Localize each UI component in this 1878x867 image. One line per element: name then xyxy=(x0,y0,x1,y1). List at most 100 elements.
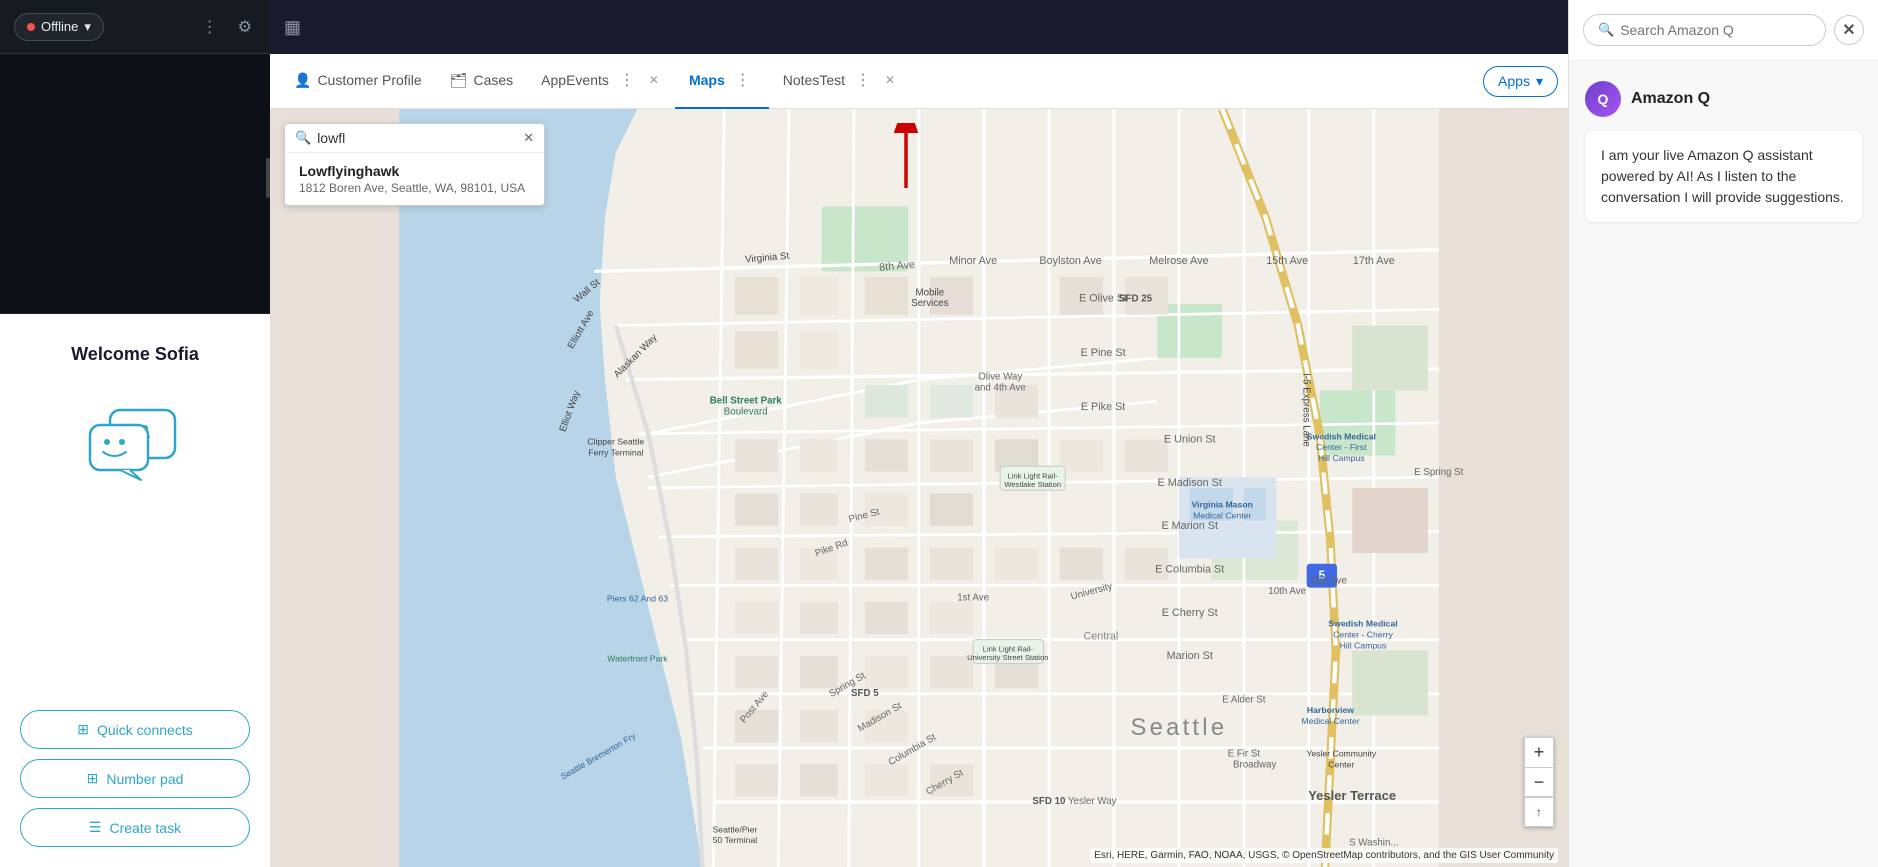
offline-status-button[interactable]: Offline ▾ xyxy=(14,13,104,41)
amazon-q-search-bar: 🔍 ✕ xyxy=(1569,0,1878,61)
map-svg: 5 xyxy=(270,109,1568,867)
apps-label: Apps xyxy=(1498,73,1530,89)
maps-label: Maps xyxy=(689,72,725,88)
main-area: ▦ 👤 Customer Profile 🗂 Cases AppEvents ⋮… xyxy=(270,0,1568,867)
quick-connects-icon: ⊞ xyxy=(77,721,89,738)
sidebar-action-buttons: ⊞ Quick connects ⊞ Number pad ☰ Create t… xyxy=(20,710,250,847)
svg-text:Piers 62 And 63: Piers 62 And 63 xyxy=(607,594,668,604)
map-attribution: Esri, HERE, Garmin, FAO, NOAA, USGS, © O… xyxy=(1090,848,1558,863)
number-pad-button[interactable]: ⊞ Number pad xyxy=(20,759,250,798)
svg-text:Melrose Ave: Melrose Ave xyxy=(1149,255,1208,267)
svg-text:E Cherry St: E Cherry St xyxy=(1162,607,1218,619)
quick-connects-button[interactable]: ⊞ Quick connects xyxy=(20,710,250,749)
map-search-result[interactable]: Lowflyinghawk 1812 Boren Ave, Seattle, W… xyxy=(285,152,544,205)
svg-text:S Washin...: S Washin... xyxy=(1349,837,1398,848)
notestest-label: NotesTest xyxy=(783,72,845,88)
svg-text:Yesler Way: Yesler Way xyxy=(1068,796,1117,807)
svg-text:Broadway: Broadway xyxy=(1233,759,1276,770)
svg-text:10th Ave: 10th Ave xyxy=(1268,586,1306,597)
notestest-more-button[interactable]: ⋮ xyxy=(851,66,875,94)
svg-text:Bell Street Park: Bell Street Park xyxy=(710,396,783,407)
svg-text:Olive Way: Olive Way xyxy=(978,372,1022,383)
result-name: Lowflyinghawk xyxy=(299,163,530,179)
create-task-label: Create task xyxy=(109,820,181,836)
svg-text:Mobile: Mobile xyxy=(915,287,944,298)
map-search-box[interactable]: 🔍 ✕ Lowflyinghawk 1812 Boren Ave, Seattl… xyxy=(284,123,545,206)
map-container[interactable]: 5 xyxy=(270,109,1568,867)
appevents-close-button[interactable]: ✕ xyxy=(647,71,661,89)
svg-text:Waterfront Park: Waterfront Park xyxy=(607,653,668,663)
status-indicator xyxy=(27,23,35,31)
create-task-icon: ☰ xyxy=(89,819,102,836)
more-options-button[interactable]: ⋮ xyxy=(198,13,222,41)
appevents-more-button[interactable]: ⋮ xyxy=(615,66,639,94)
maps-more-button[interactable]: ⋮ xyxy=(731,66,755,94)
svg-text:E Fir St: E Fir St xyxy=(1228,749,1261,760)
svg-text:University Street Station: University Street Station xyxy=(967,653,1048,662)
svg-text:50 Terminal: 50 Terminal xyxy=(713,835,758,845)
svg-text:Services: Services xyxy=(911,298,948,309)
svg-text:11th Ave: 11th Ave xyxy=(1310,575,1347,586)
svg-text:SFD 10: SFD 10 xyxy=(1032,796,1066,807)
svg-text:Marion St: Marion St xyxy=(1167,650,1213,662)
amazon-q-avatar: Q xyxy=(1585,81,1621,117)
svg-text:Center: Center xyxy=(1328,759,1354,769)
svg-text:Minor Ave: Minor Ave xyxy=(949,255,997,267)
cases-label: Cases xyxy=(473,72,513,88)
svg-text:Center - First: Center - First xyxy=(1316,442,1367,452)
customer-profile-icon: 👤 xyxy=(294,72,311,89)
svg-text:Center - Cherry: Center - Cherry xyxy=(1333,629,1393,639)
svg-text:E Columbia St: E Columbia St xyxy=(1155,563,1224,575)
map-location-arrow xyxy=(886,123,926,198)
map-search-input[interactable] xyxy=(317,130,517,146)
apps-dropdown-icon: ▾ xyxy=(1536,73,1543,90)
svg-text:17th Ave: 17th Ave xyxy=(1353,255,1395,267)
svg-text:E Union St: E Union St xyxy=(1164,434,1216,446)
zoom-out-button[interactable]: − xyxy=(1524,767,1554,797)
compass-button[interactable]: ↑ xyxy=(1524,797,1554,827)
svg-text:Boulevard: Boulevard xyxy=(724,406,768,417)
amazon-q-title: Amazon Q xyxy=(1631,90,1710,108)
number-pad-icon: ⊞ xyxy=(87,770,99,787)
search-icon: 🔍 xyxy=(295,130,311,146)
search-clear-button[interactable]: ✕ xyxy=(523,130,534,146)
tab-notestest[interactable]: NotesTest ⋮ ✕ xyxy=(769,54,911,109)
tab-maps[interactable]: Maps ⋮ xyxy=(675,54,769,109)
svg-text:1st Ave: 1st Ave xyxy=(957,593,989,604)
svg-text:Yesler Terrace: Yesler Terrace xyxy=(1308,788,1396,803)
tab-appevents[interactable]: AppEvents ⋮ ✕ xyxy=(527,54,675,109)
svg-text:Hill Campus: Hill Campus xyxy=(1340,640,1387,650)
amazon-q-message: I am your live Amazon Q assistant powere… xyxy=(1585,131,1862,222)
quick-connects-label: Quick connects xyxy=(97,722,193,738)
layout-icon: ▦ xyxy=(284,17,301,38)
amazon-q-search-input[interactable] xyxy=(1620,22,1811,38)
amazon-q-close-button[interactable]: ✕ xyxy=(1834,15,1864,45)
result-address: 1812 Boren Ave, Seattle, WA, 98101, USA xyxy=(299,181,530,195)
settings-button[interactable]: ⚙ xyxy=(234,13,256,41)
svg-text:Central: Central xyxy=(1083,631,1118,643)
tab-cases[interactable]: 🗂 Cases xyxy=(436,54,527,109)
svg-text:Medical Center: Medical Center xyxy=(1301,716,1359,726)
avatar-letter: Q xyxy=(1598,91,1609,107)
svg-text:Virginia Mason: Virginia Mason xyxy=(1191,499,1252,509)
customer-profile-label: Customer Profile xyxy=(317,72,421,88)
sidebar-header-icons: ⋮ ⚙ xyxy=(198,13,256,41)
svg-text:Swedish Medical: Swedish Medical xyxy=(1328,619,1397,629)
notestest-close-button[interactable]: ✕ xyxy=(883,71,897,89)
create-task-button[interactable]: ☰ Create task xyxy=(20,808,250,847)
svg-text:Seattle/Pier: Seattle/Pier xyxy=(713,824,758,834)
zoom-in-button[interactable]: + xyxy=(1524,737,1554,767)
amazon-q-header: Q Amazon Q xyxy=(1585,81,1862,117)
search-bar-container[interactable]: 🔍 xyxy=(1583,14,1826,46)
tab-customer-profile[interactable]: 👤 Customer Profile xyxy=(280,54,436,109)
svg-text:E Pike St: E Pike St xyxy=(1081,401,1125,413)
svg-text:E Spring St: E Spring St xyxy=(1414,467,1464,478)
dropdown-chevron-icon: ▾ xyxy=(84,19,91,35)
svg-text:Link Light Rail-: Link Light Rail- xyxy=(1008,471,1059,480)
apps-button[interactable]: Apps ▾ xyxy=(1483,66,1558,97)
welcome-message: Welcome Sofia xyxy=(71,344,199,365)
chat-illustration xyxy=(75,395,195,490)
sidebar-scroll-area xyxy=(0,54,270,314)
tabs-bar: 👤 Customer Profile 🗂 Cases AppEvents ⋮ ✕… xyxy=(270,54,1568,109)
svg-text:Seattle: Seattle xyxy=(1130,714,1227,741)
